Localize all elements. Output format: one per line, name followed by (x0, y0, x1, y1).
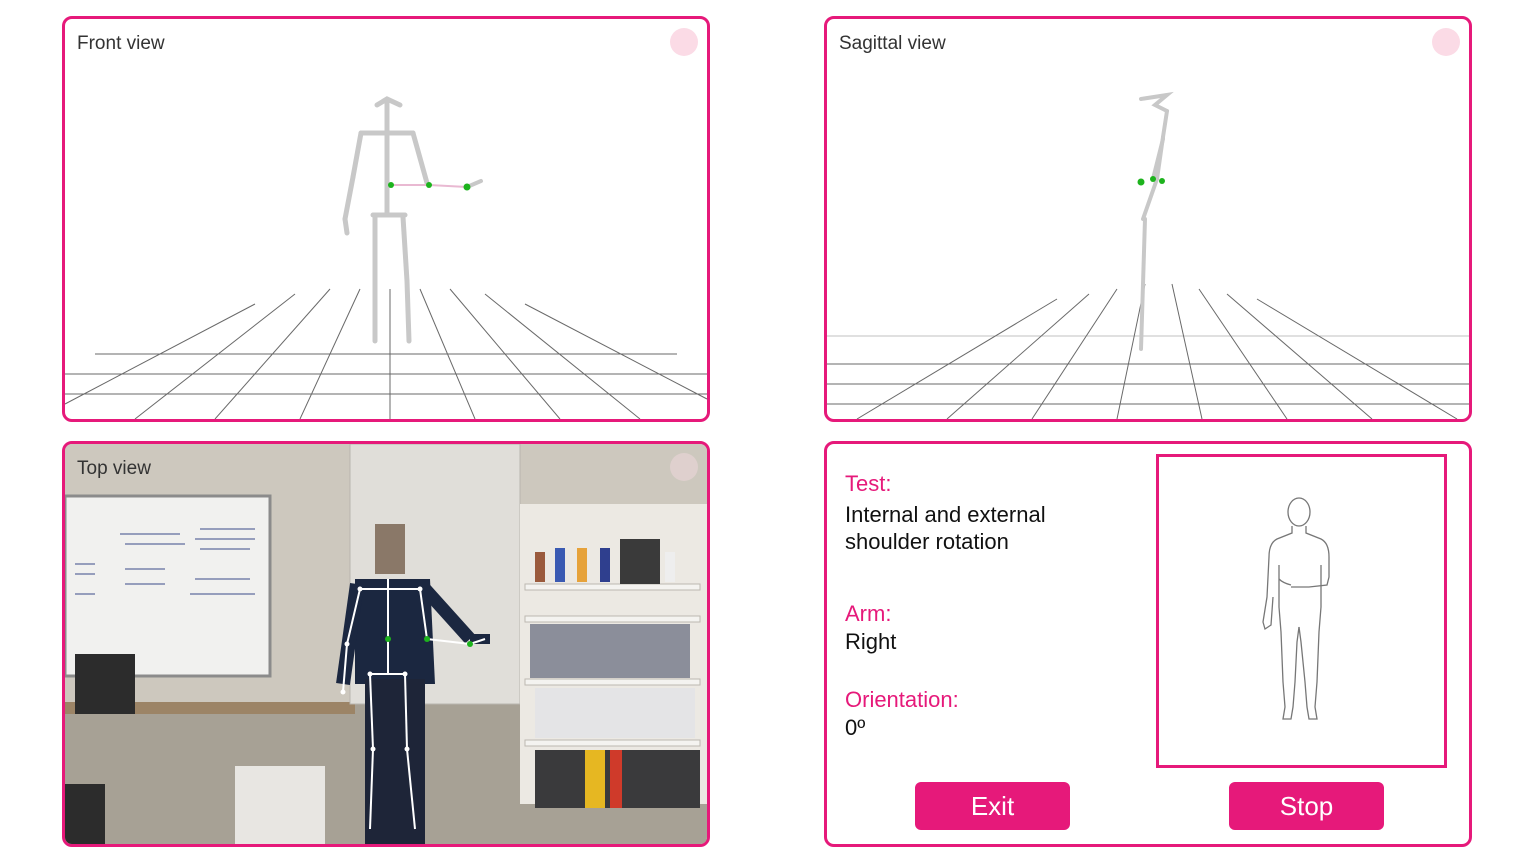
body-outline-icon (1262, 497, 1330, 720)
chair (75, 654, 135, 714)
tracked-joints (1137, 176, 1165, 186)
status-dot[interactable] (1432, 28, 1460, 56)
orientation-value: 0º (845, 715, 866, 740)
books (530, 624, 700, 808)
stop-button[interactable]: Stop (1229, 782, 1384, 830)
camera-feed (65, 444, 707, 844)
status-dot[interactable] (670, 28, 698, 56)
arm-value: Right (845, 629, 897, 654)
skeleton (342, 96, 430, 344)
pose-illustration (1156, 454, 1447, 768)
test-label: Test: (845, 471, 892, 496)
test-info-panel: Test: Internal and external shoulder rot… (824, 441, 1472, 847)
skeleton (1139, 91, 1174, 351)
floor-grid (827, 283, 1469, 419)
sagittal-view-panel: Sagittal view (824, 16, 1472, 422)
exit-button[interactable]: Exit (915, 782, 1070, 830)
sagittal-view-scene (827, 91, 1469, 419)
floor-grid (65, 288, 707, 419)
sagittal-view-label: Sagittal view (839, 33, 946, 54)
box (235, 766, 325, 844)
arm-label: Arm: (845, 601, 892, 626)
front-view-scene (65, 96, 707, 419)
front-view-panel: Front view (62, 16, 710, 422)
top-view-panel: Top view (62, 441, 710, 847)
top-view-label: Top view (77, 458, 151, 479)
status-dot[interactable] (670, 453, 698, 481)
orientation-label: Orientation: (845, 687, 959, 712)
front-view-label: Front view (77, 33, 165, 54)
test-value: Internal and external shoulder rotation (845, 502, 1046, 554)
whiteboard (65, 494, 272, 678)
